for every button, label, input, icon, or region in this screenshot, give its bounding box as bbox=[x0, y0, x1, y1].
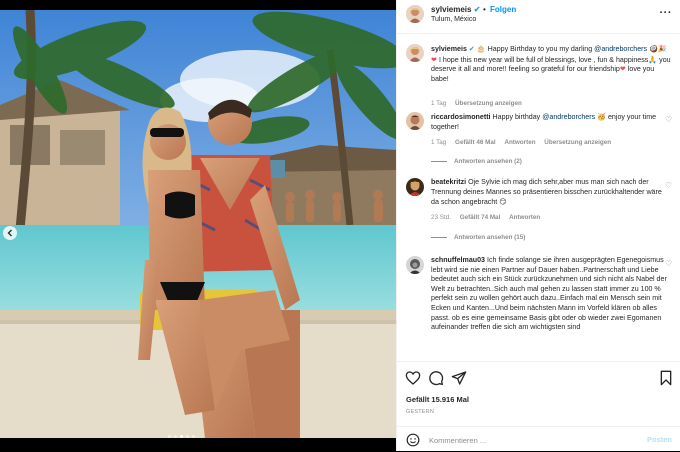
comments-list[interactable]: sylviemeis ✔ 🎂 Happy Birthday to you my … bbox=[397, 34, 680, 361]
mention-link[interactable]: @andreborchers bbox=[594, 45, 647, 53]
comment-username[interactable]: schnuffelmau03 bbox=[431, 256, 485, 264]
likes-count[interactable]: Gefällt 15.916 Mal bbox=[406, 395, 469, 404]
heart-icon[interactable] bbox=[405, 370, 421, 386]
like-comment-heart-icon[interactable]: ♡ bbox=[665, 181, 672, 190]
avatar-image bbox=[406, 256, 424, 274]
avatar[interactable] bbox=[406, 5, 424, 23]
previous-photo-button[interactable] bbox=[3, 226, 17, 240]
carousel-dot-active bbox=[180, 435, 183, 438]
comment-meta: 23 Std. Gefällt 74 Mal Antworten bbox=[431, 214, 547, 221]
avatar[interactable] bbox=[406, 44, 424, 62]
follow-button[interactable]: Folgen bbox=[490, 5, 516, 14]
caption-emoji: 🙏 bbox=[648, 54, 658, 64]
comment-text-part: Happy birthday bbox=[492, 113, 541, 121]
post-location[interactable]: Tulum, México bbox=[431, 16, 476, 23]
comment-likes[interactable]: Gefällt 46 Mal bbox=[455, 139, 496, 146]
like-comment-heart-icon[interactable]: ♡ bbox=[665, 115, 672, 124]
post-header: sylviemeis ✔ • Folgen Tulum, México ··· bbox=[397, 0, 680, 34]
post-date[interactable]: GESTERN bbox=[406, 409, 434, 415]
verified-badge-icon: ✔ bbox=[473, 5, 481, 14]
caption-emoji: 🎂 bbox=[476, 44, 486, 53]
paper-plane-icon[interactable] bbox=[451, 370, 467, 386]
reply-button[interactable]: Antworten bbox=[509, 214, 540, 221]
translate-link[interactable]: Übersetzung anzeigen bbox=[455, 100, 522, 107]
carousel-dot bbox=[186, 435, 189, 438]
comment-time[interactable]: 23 Std. bbox=[431, 214, 451, 221]
post-details-panel: sylviemeis ✔ • Folgen Tulum, México ··· bbox=[396, 0, 680, 451]
comment-input[interactable] bbox=[429, 434, 629, 446]
header-username[interactable]: sylviemeis ✔ bbox=[431, 5, 480, 14]
comment-text-part: Oje Sylvie ich mag dich sehr,aber mus ma… bbox=[431, 178, 662, 207]
red-heart-emoji: ❤ bbox=[431, 55, 437, 64]
avatar-image bbox=[406, 112, 424, 130]
like-comment-heart-icon[interactable]: ♡ bbox=[665, 259, 672, 268]
avatar[interactable] bbox=[406, 178, 424, 196]
avatar-image bbox=[406, 5, 424, 23]
post-actions: Gefällt 15.916 Mal GESTERN Posten bbox=[397, 361, 680, 451]
caption-time[interactable]: 1 Tag bbox=[431, 100, 446, 107]
comment-meta: 1 Tag Gefällt 46 Mal Antworten Übersetzu… bbox=[431, 139, 618, 146]
post-modal: sylviemeis ✔ • Folgen Tulum, México ··· bbox=[0, 0, 680, 451]
view-replies-button[interactable]: Antworten ansehen (15) bbox=[431, 234, 525, 241]
carousel-dots bbox=[168, 435, 195, 438]
comment-text: beatekritzi Oje Sylvie ich mag dich sehr… bbox=[431, 178, 671, 208]
comment-icon[interactable] bbox=[428, 370, 444, 386]
add-comment-bar: Posten bbox=[397, 426, 680, 452]
carousel-dot bbox=[192, 435, 195, 438]
mention-link[interactable]: @andreborchers bbox=[542, 113, 595, 121]
header-separator: • bbox=[483, 5, 486, 14]
caption-meta: 1 Tag Übersetzung anzeigen bbox=[431, 100, 529, 107]
verified-badge-icon: ✔ bbox=[468, 45, 475, 53]
avatar[interactable] bbox=[406, 256, 424, 274]
caption-username[interactable]: sylviemeis bbox=[431, 45, 467, 53]
comment-text: schnuffelmau03 Ich finde solange sie ihr… bbox=[431, 256, 671, 333]
beach-photo bbox=[0, 10, 396, 438]
comment-emoji: 😏 bbox=[499, 197, 507, 207]
comment-text-part: Ich finde solange sie ihren ausgeprägten… bbox=[431, 256, 667, 332]
avatar[interactable] bbox=[406, 112, 424, 130]
carousel-dot bbox=[168, 435, 171, 438]
post-photo[interactable] bbox=[0, 10, 396, 438]
caption-text-part: I hope this new year will be full of ble… bbox=[438, 55, 649, 64]
comment-time[interactable]: 1 Tag bbox=[431, 139, 446, 146]
reply-button[interactable]: Antworten bbox=[504, 139, 535, 146]
caption-text-part: Happy Birthday to you my darling bbox=[487, 45, 593, 53]
comment-likes[interactable]: Gefällt 74 Mal bbox=[460, 214, 501, 221]
comment-text: riccardosimonetti Happy birthday @andreb… bbox=[431, 112, 671, 132]
chevron-left-icon bbox=[7, 229, 12, 237]
smiley-icon[interactable] bbox=[406, 433, 420, 447]
bookmark-icon[interactable] bbox=[658, 370, 674, 386]
caption-emoji: 🥥🎉 bbox=[649, 44, 667, 53]
view-replies-button[interactable]: Antworten ansehen (2) bbox=[431, 158, 522, 165]
comment-username[interactable]: riccardosimonetti bbox=[431, 113, 491, 121]
carousel-dot bbox=[174, 435, 177, 438]
comment-username[interactable]: beatekritzi bbox=[431, 178, 466, 186]
more-horizontal-icon[interactable]: ··· bbox=[660, 7, 673, 19]
caption-text: sylviemeis ✔ 🎂 Happy Birthday to you my … bbox=[431, 44, 671, 84]
header-username-text[interactable]: sylviemeis bbox=[431, 5, 471, 14]
comment-emoji: 🥳 bbox=[597, 112, 606, 121]
translate-link[interactable]: Übersetzung anzeigen bbox=[544, 139, 611, 146]
avatar-image bbox=[406, 178, 424, 196]
avatar-image bbox=[406, 44, 424, 62]
red-heart-emoji: ❤ bbox=[619, 65, 626, 74]
post-comment-button[interactable]: Posten bbox=[647, 435, 672, 444]
